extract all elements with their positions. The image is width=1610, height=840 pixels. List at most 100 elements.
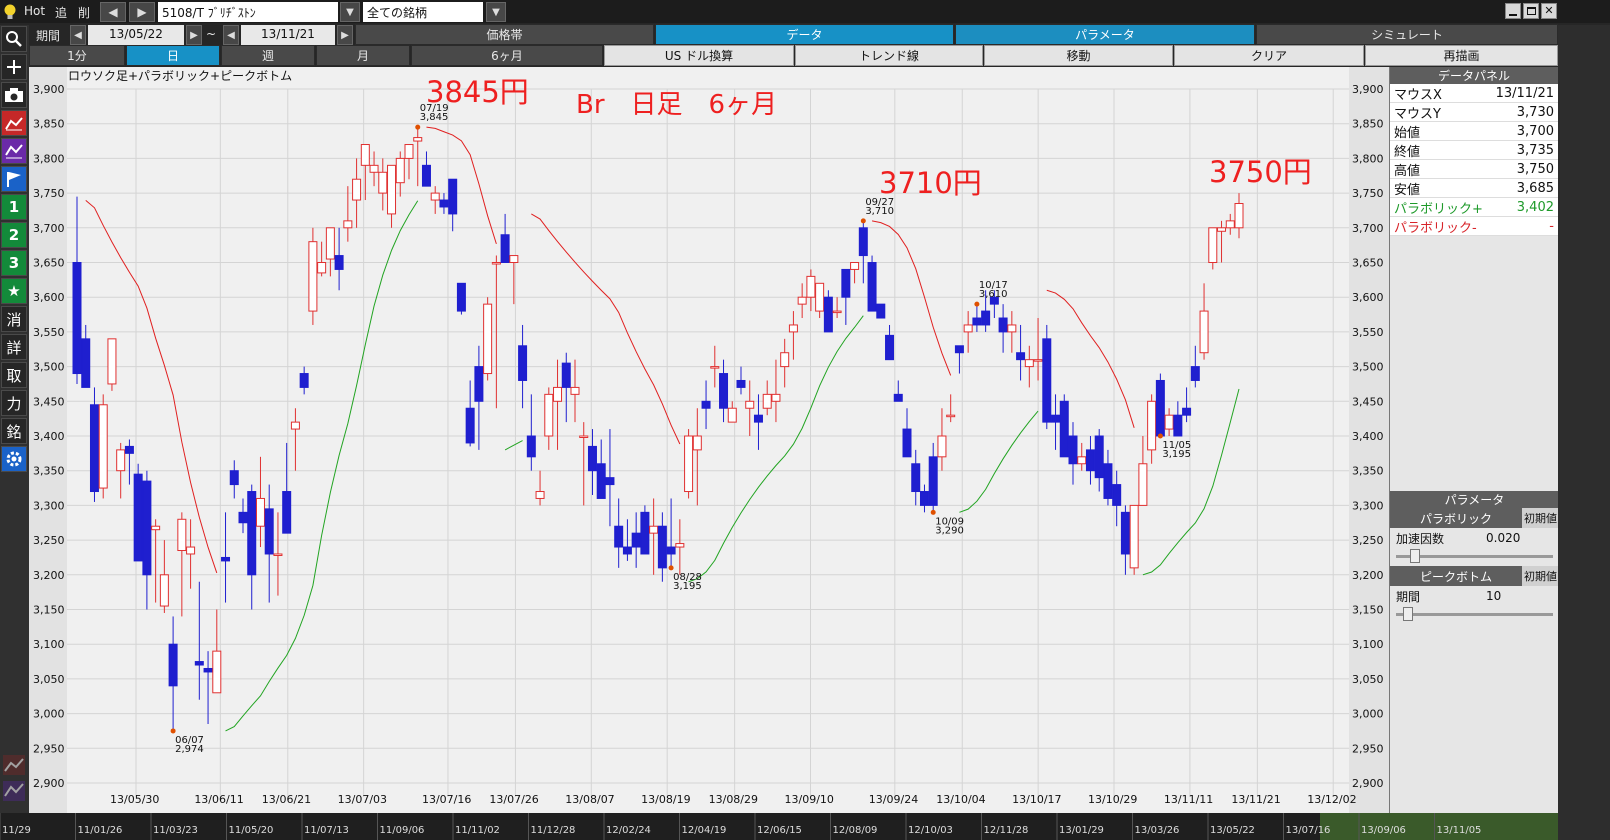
prev-symbol-button[interactable]: ◀ (100, 2, 126, 22)
flag-icon[interactable] (1, 166, 27, 192)
y-tick-label-left: 3,150 (33, 604, 65, 617)
group-select[interactable]: 全ての銘柄 (363, 2, 483, 22)
data-row-value: 3,685 (1516, 180, 1554, 196)
overview-label: 11/05/20 (229, 825, 274, 836)
delete-button[interactable]: 削 (78, 4, 90, 21)
slider-knob[interactable] (1403, 607, 1413, 621)
overview-axis[interactable]: 11/29 11/01/26 11/03/23 11/05/20 11/07/13 11/… (0, 813, 1558, 840)
y-tick-label-left: 3,200 (33, 569, 65, 582)
accel-factor-slider[interactable] (1396, 548, 1553, 564)
interval-month[interactable]: 月 (316, 45, 410, 66)
y-tick-label-right: 3,150 (1352, 604, 1384, 617)
y-tick-label-left: 3,800 (33, 152, 65, 165)
candle-body (736, 379, 746, 388)
price-chart[interactable]: 07/19 3,845 06/07 2,974 08/28 3,195 09/27 3,710… (29, 67, 1389, 813)
search-icon[interactable] (1, 26, 27, 52)
gear-icon[interactable] (1, 446, 27, 472)
candle-body (1217, 227, 1227, 232)
interval-1min[interactable]: 1分 (29, 45, 125, 66)
mini-line-chart-icon[interactable] (3, 755, 25, 775)
next-symbol-button[interactable]: ▶ (129, 2, 155, 22)
y-tick-label-right: 3,550 (1352, 326, 1384, 339)
overview-label: 12/10/03 (908, 825, 953, 836)
trendline-button[interactable]: トレンド線 (795, 45, 983, 66)
x-tick-label: 13/06/21 (262, 793, 311, 806)
group-1-button[interactable]: 1 (1, 194, 27, 220)
from-next-button[interactable]: ▶ (186, 25, 202, 45)
tab-data[interactable]: データ (655, 24, 954, 45)
candle-body (430, 192, 440, 201)
peak-marker (1157, 433, 1163, 439)
tab-simulate[interactable]: シミュレート (1256, 24, 1558, 45)
candle-body (806, 275, 816, 298)
right-frame (1558, 25, 1610, 840)
period-bar: 期間 ◀ 13/05/22 ▶ ~ ◀ 13/11/21 ▶ 価格帯 データ パ… (0, 23, 1610, 47)
group-dropdown-button[interactable]: ▼ (486, 2, 506, 22)
from-date-input[interactable]: 13/05/22 (88, 25, 184, 45)
tab-price-range[interactable]: 価格帯 (355, 24, 654, 45)
camera-icon[interactable] (1, 82, 27, 108)
candle-body (1077, 456, 1087, 465)
from-prev-button[interactable]: ◀ (70, 25, 86, 45)
y-tick-label-left: 3,000 (33, 708, 65, 721)
symbol-input[interactable]: 5108/T ﾌﾞﾘﾁﾞｽﾄﾝ (158, 2, 338, 22)
clear-button[interactable]: クリア (1174, 45, 1364, 66)
candle-body (893, 393, 903, 402)
group-3-button[interactable]: 3 (1, 250, 27, 276)
candle-body (675, 543, 685, 548)
slider-knob[interactable] (1410, 549, 1420, 563)
indicator-chart-icon[interactable] (1, 138, 27, 164)
import-button[interactable]: 取 (1, 362, 27, 388)
interval-6month[interactable]: 6ヶ月 (411, 45, 603, 66)
candle-body (421, 164, 431, 187)
mini-indicator-icon[interactable] (3, 781, 25, 801)
data-panel: データパネル マウスX 13/11/21 マウスY 3,730 始値 3,700 終値 3,7… (1389, 67, 1559, 813)
candle-body (1147, 400, 1157, 451)
symbol-dropdown-button[interactable]: ▼ (340, 2, 360, 22)
interval-week[interactable]: 週 (221, 45, 315, 66)
lightbulb-icon[interactable] (1, 2, 19, 22)
candle-body (561, 362, 571, 388)
overview-label: 13/05/22 (1210, 825, 1255, 836)
to-prev-button[interactable]: ◀ (223, 25, 239, 45)
period-slider[interactable] (1396, 606, 1553, 622)
hot-button[interactable]: Hot (24, 4, 45, 18)
candle-body (587, 445, 597, 472)
usd-convert-button[interactable]: US ドル換算 (604, 45, 794, 66)
group-2-button[interactable]: 2 (1, 222, 27, 248)
candle-body (1112, 484, 1122, 506)
redraw-button[interactable]: 再描画 (1365, 45, 1558, 66)
candle-body (1190, 366, 1200, 381)
parabolic-minus-label: パラボリック- (1394, 220, 1477, 236)
overview-label: 13/11/05 (1437, 825, 1482, 836)
interval-day[interactable]: 日 (126, 45, 220, 66)
y-tick-label-right: 3,600 (1352, 291, 1384, 304)
move-button[interactable]: 移動 (984, 45, 1173, 66)
overview-label: 13/07/16 (1286, 825, 1331, 836)
line-chart-icon[interactable] (1, 110, 27, 136)
candle-body (614, 525, 624, 548)
detail-button[interactable]: 詳 (1, 334, 27, 360)
peakbottom-reset-button[interactable]: 初期値 (1522, 566, 1559, 586)
add-button[interactable]: 追 (55, 4, 67, 21)
symbol-button[interactable]: 銘 (1, 418, 27, 444)
zoom-in-icon[interactable] (1, 54, 27, 80)
delete-tool-button[interactable]: 消 (1, 306, 27, 332)
candle-body (911, 463, 921, 493)
to-date-input[interactable]: 13/11/21 (241, 25, 335, 45)
candle-body (325, 227, 335, 260)
output-button[interactable]: 力 (1, 390, 27, 416)
candle-body (194, 661, 204, 666)
accel-factor-label: 加速因数 (1396, 531, 1445, 546)
minimize-icon[interactable] (1505, 3, 1521, 19)
star-icon[interactable]: ★ (1, 278, 27, 304)
parabolic-reset-button[interactable]: 初期値 (1522, 508, 1559, 528)
candle-body (456, 282, 466, 312)
candle-body (133, 473, 143, 562)
candle-body (858, 227, 868, 257)
maximize-icon[interactable] (1523, 3, 1539, 19)
close-icon[interactable]: ✕ (1541, 3, 1557, 19)
tab-parameter[interactable]: パラメータ (955, 24, 1255, 45)
y-tick-label-left: 3,250 (33, 534, 65, 547)
to-next-button[interactable]: ▶ (337, 25, 353, 45)
